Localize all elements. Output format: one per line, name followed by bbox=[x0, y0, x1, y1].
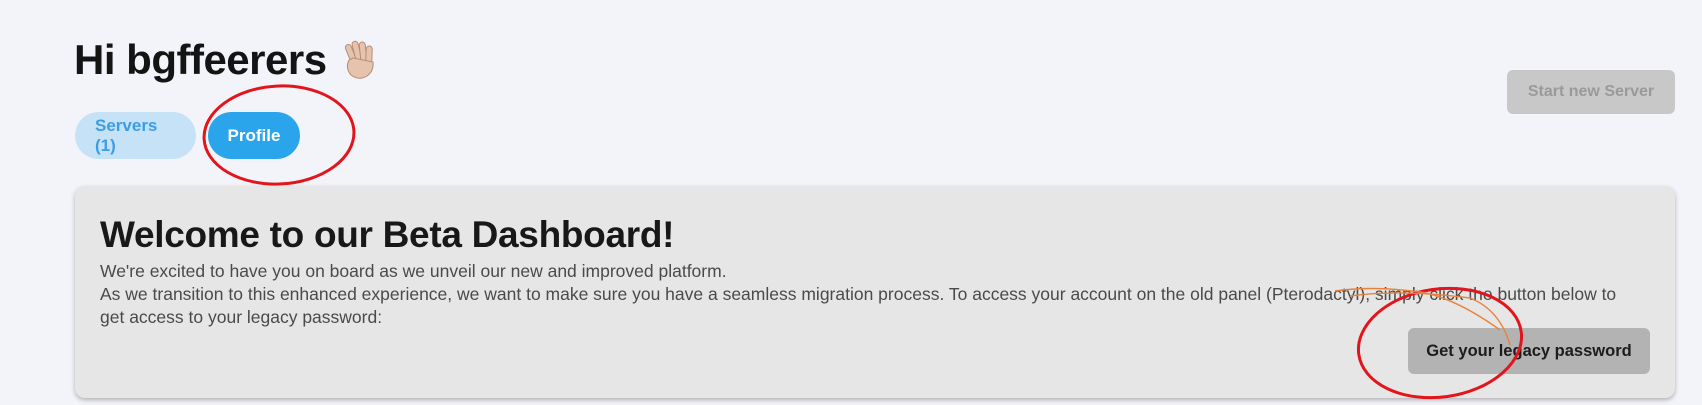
greeting-text: Hi bgffeerers bbox=[74, 36, 327, 83]
beta-welcome-card: Welcome to our Beta Dashboard! We're exc… bbox=[75, 186, 1675, 398]
card-paragraph-migration: As we transition to this enhanced experi… bbox=[100, 284, 1617, 327]
get-legacy-password-button[interactable]: Get your legacy password bbox=[1408, 328, 1650, 374]
dashboard-tabs: Servers (1) Profile bbox=[75, 112, 300, 159]
tab-profile[interactable]: Profile bbox=[208, 112, 300, 159]
greeting-heading: Hi bgffeerers bbox=[74, 30, 381, 90]
dashboard-page: Hi bgffeerers Servers (1) Profile Start … bbox=[0, 0, 1702, 405]
card-description: We're excited to have you on board as we… bbox=[100, 260, 1630, 329]
waving-hand-icon bbox=[339, 38, 381, 82]
card-paragraph-intro: We're excited to have you on board as we… bbox=[100, 261, 727, 281]
tab-servers[interactable]: Servers (1) bbox=[75, 112, 196, 159]
card-title: Welcome to our Beta Dashboard! bbox=[100, 214, 675, 255]
start-new-server-button[interactable]: Start new Server bbox=[1507, 70, 1675, 114]
